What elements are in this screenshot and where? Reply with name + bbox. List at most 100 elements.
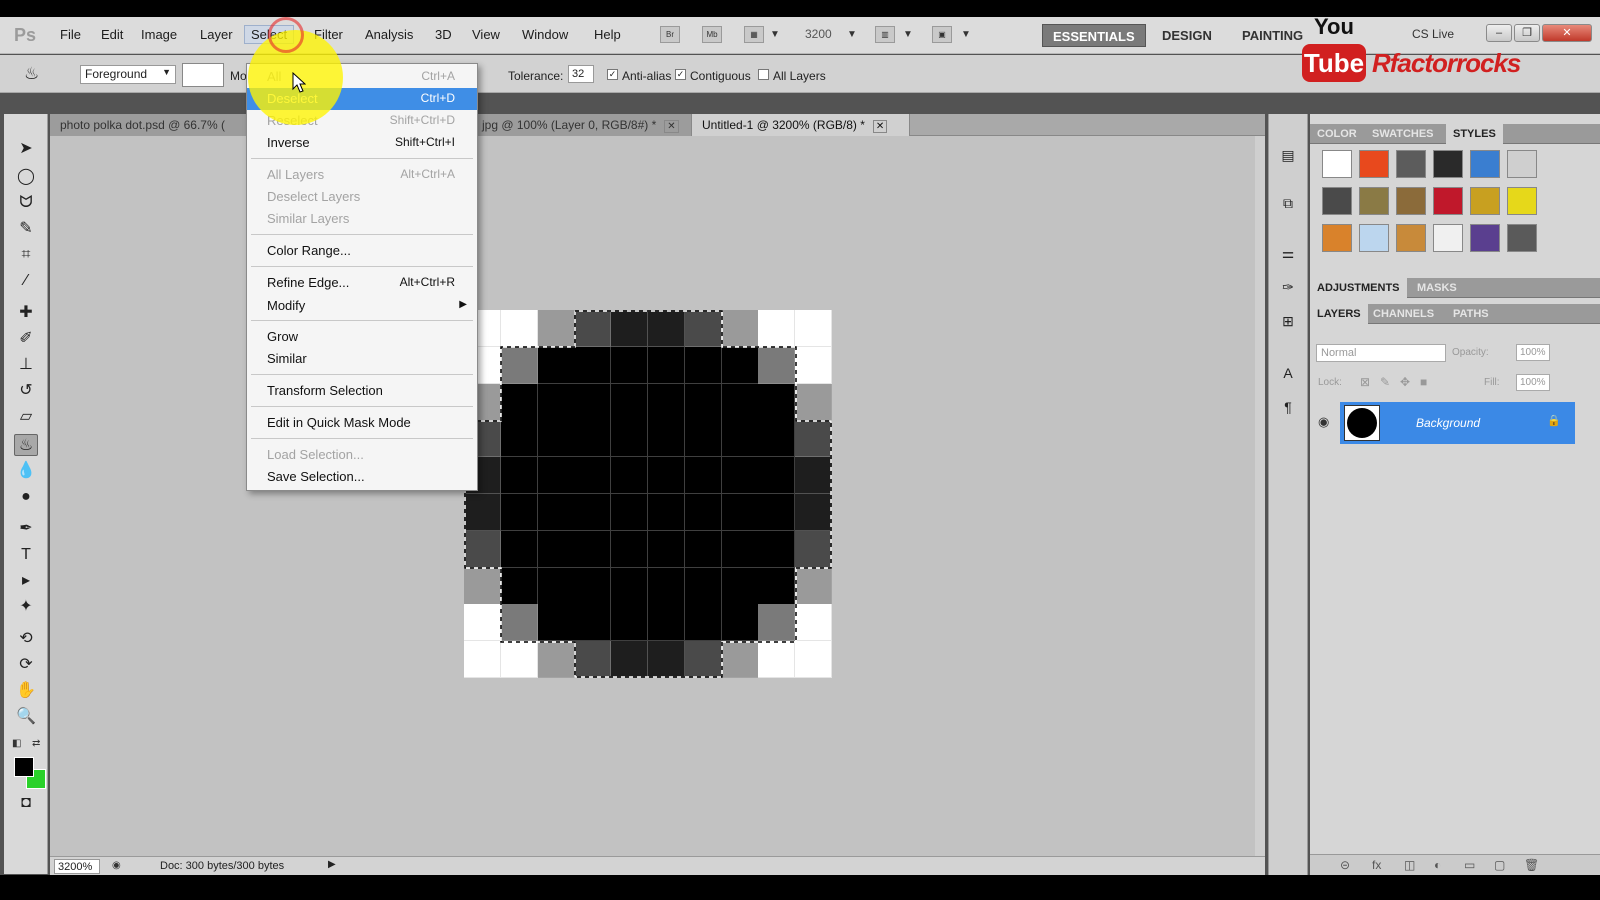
layer-style-icon[interactable]: fx: [1372, 858, 1381, 872]
zoom-level[interactable]: 3200: [805, 27, 832, 41]
menu-item-transform-selection[interactable]: Transform Selection: [247, 380, 477, 402]
tab-paths[interactable]: PATHS: [1446, 304, 1496, 324]
style-swatch[interactable]: [1322, 224, 1352, 252]
info-icon[interactable]: ◉: [112, 860, 121, 871]
menu-item-similar[interactable]: Similar: [247, 348, 477, 370]
menu-view[interactable]: View: [472, 27, 500, 42]
brushes-panel-icon[interactable]: ✑: [1277, 276, 1299, 298]
menu-item-refine-edge[interactable]: Refine Edge... Alt+Ctrl+R: [247, 272, 477, 294]
anti-alias-checkbox[interactable]: ✓: [607, 69, 618, 80]
status-zoom[interactable]: 3200%: [54, 859, 100, 874]
swap-colors-icon[interactable]: ⇄: [32, 738, 40, 749]
style-swatch[interactable]: [1507, 150, 1537, 178]
crop-tool-icon[interactable]: ⌗: [14, 244, 38, 266]
menu-file[interactable]: File: [60, 27, 81, 42]
style-swatch[interactable]: [1322, 150, 1352, 178]
style-swatch[interactable]: [1507, 187, 1537, 215]
visibility-eye-icon[interactable]: ◉: [1318, 414, 1329, 430]
close-tab-icon[interactable]: ✕: [872, 120, 888, 133]
mini-bridge-panel-icon[interactable]: ▤: [1277, 144, 1299, 166]
tab-untitled-1[interactable]: Untitled-1 @ 3200% (RGB/8) * ✕: [692, 114, 910, 136]
path-selection-tool-icon[interactable]: ▸: [14, 570, 38, 592]
menu-item-edit-in-quick-mask-mode[interactable]: Edit in Quick Mask Mode: [247, 412, 477, 434]
opacity-input[interactable]: 100%: [1516, 344, 1550, 361]
hand-tool-icon[interactable]: ✋: [14, 680, 38, 702]
menu-item-deselect[interactable]: Deselect Ctrl+D: [247, 88, 477, 110]
shape-tool-icon[interactable]: ✦: [14, 596, 38, 618]
view-extras-icon[interactable]: ▦: [744, 26, 764, 43]
blur-tool-icon[interactable]: 💧: [14, 460, 38, 482]
mini-bridge-icon[interactable]: Mb: [702, 26, 722, 43]
style-swatch[interactable]: [1359, 150, 1389, 178]
menu-help[interactable]: Help: [594, 27, 621, 42]
quick-selection-tool-icon[interactable]: ✎: [14, 218, 38, 240]
eyedropper-tool-icon[interactable]: ⁄: [14, 270, 38, 292]
tab-masks[interactable]: MASKS: [1410, 278, 1464, 298]
style-swatch[interactable]: [1359, 187, 1389, 215]
style-swatch[interactable]: [1359, 224, 1389, 252]
tab-adjustments[interactable]: ADJUSTMENTS: [1310, 278, 1407, 298]
menu-window[interactable]: Window: [522, 27, 568, 42]
workspace-design[interactable]: DESIGN: [1152, 24, 1222, 47]
menu-analysis[interactable]: Analysis: [365, 27, 413, 42]
menu-3d[interactable]: 3D: [435, 27, 452, 42]
default-colors-icon[interactable]: ◧: [12, 738, 21, 749]
arrange-documents-icon[interactable]: ▥: [875, 26, 895, 43]
paint-bucket-tool-icon[interactable]: ♨: [14, 434, 38, 456]
bridge-icon[interactable]: Br: [660, 26, 680, 43]
adjustment-layer-icon[interactable]: ◐: [1434, 858, 1441, 872]
tool-presets-icon[interactable]: ⚌: [1277, 242, 1299, 264]
dodge-tool-icon[interactable]: ●: [14, 486, 38, 508]
tab-swatches[interactable]: SWATCHES: [1365, 124, 1441, 144]
fill-source-select[interactable]: Foreground ▼: [80, 65, 176, 84]
workspace-painting[interactable]: PAINTING: [1232, 24, 1313, 47]
menu-item-color-range[interactable]: Color Range...: [247, 240, 477, 262]
style-swatch[interactable]: [1396, 187, 1426, 215]
clone-stamp-tool-icon[interactable]: ⊥: [14, 354, 38, 376]
move-tool-icon[interactable]: ➤: [14, 138, 38, 160]
view-extras-dropdown-icon[interactable]: ▼: [770, 29, 780, 40]
arrange-dropdown-icon[interactable]: ▼: [903, 29, 913, 40]
all-layers-checkbox[interactable]: [758, 69, 769, 80]
zoom-tool-icon[interactable]: 🔍: [14, 706, 38, 728]
pixel-canvas[interactable]: [464, 310, 833, 679]
history-brush-tool-icon[interactable]: ↺: [14, 380, 38, 402]
style-swatch[interactable]: [1470, 224, 1500, 252]
new-layer-icon[interactable]: ▢: [1494, 858, 1505, 872]
style-swatch[interactable]: [1396, 150, 1426, 178]
eraser-tool-icon[interactable]: ▱: [14, 406, 38, 428]
clone-source-icon[interactable]: ⊞: [1277, 310, 1299, 332]
style-swatch[interactable]: [1433, 224, 1463, 252]
add-mask-icon[interactable]: ◫: [1404, 858, 1415, 872]
layer-row-background[interactable]: Background 🔒: [1340, 402, 1575, 444]
menu-image[interactable]: Image: [141, 27, 177, 42]
menu-select[interactable]: Select: [244, 25, 295, 44]
paragraph-panel-icon[interactable]: ¶: [1277, 396, 1299, 418]
style-swatch[interactable]: [1433, 187, 1463, 215]
3d-rotate-tool-icon[interactable]: ⟲: [14, 628, 38, 650]
delete-layer-icon[interactable]: 🗑: [1524, 858, 1539, 872]
screen-mode-dropdown-icon[interactable]: ▼: [961, 29, 971, 40]
menu-item-grow[interactable]: Grow: [247, 326, 477, 348]
style-swatch[interactable]: [1470, 150, 1500, 178]
zoom-dropdown-icon[interactable]: ▼: [847, 29, 857, 40]
tab-layers[interactable]: LAYERS: [1310, 304, 1368, 324]
quick-mask-icon[interactable]: ◘: [14, 792, 38, 814]
style-swatch[interactable]: [1433, 150, 1463, 178]
contiguous-checkbox[interactable]: ✓: [675, 69, 686, 80]
type-tool-icon[interactable]: T: [14, 544, 38, 566]
status-menu-arrow-icon[interactable]: ▶: [328, 859, 336, 870]
tab-color[interactable]: COLOR: [1310, 124, 1364, 144]
healing-brush-tool-icon[interactable]: ✚: [14, 302, 38, 324]
tolerance-input[interactable]: 32: [568, 65, 594, 83]
lock-image-icon[interactable]: ✎: [1380, 375, 1390, 389]
lock-position-icon[interactable]: ✥: [1400, 375, 1410, 389]
style-swatch[interactable]: [1322, 187, 1352, 215]
close-tab-icon[interactable]: ✕: [664, 120, 679, 133]
menu-item-save-selection[interactable]: Save Selection...: [247, 466, 477, 488]
menu-layer[interactable]: Layer: [200, 27, 233, 42]
pattern-picker[interactable]: [182, 63, 224, 87]
paint-bucket-tool-icon[interactable]: ♨: [24, 64, 44, 84]
menu-item-inverse[interactable]: Inverse Shift+Ctrl+I: [247, 132, 477, 154]
style-swatch[interactable]: [1507, 224, 1537, 252]
